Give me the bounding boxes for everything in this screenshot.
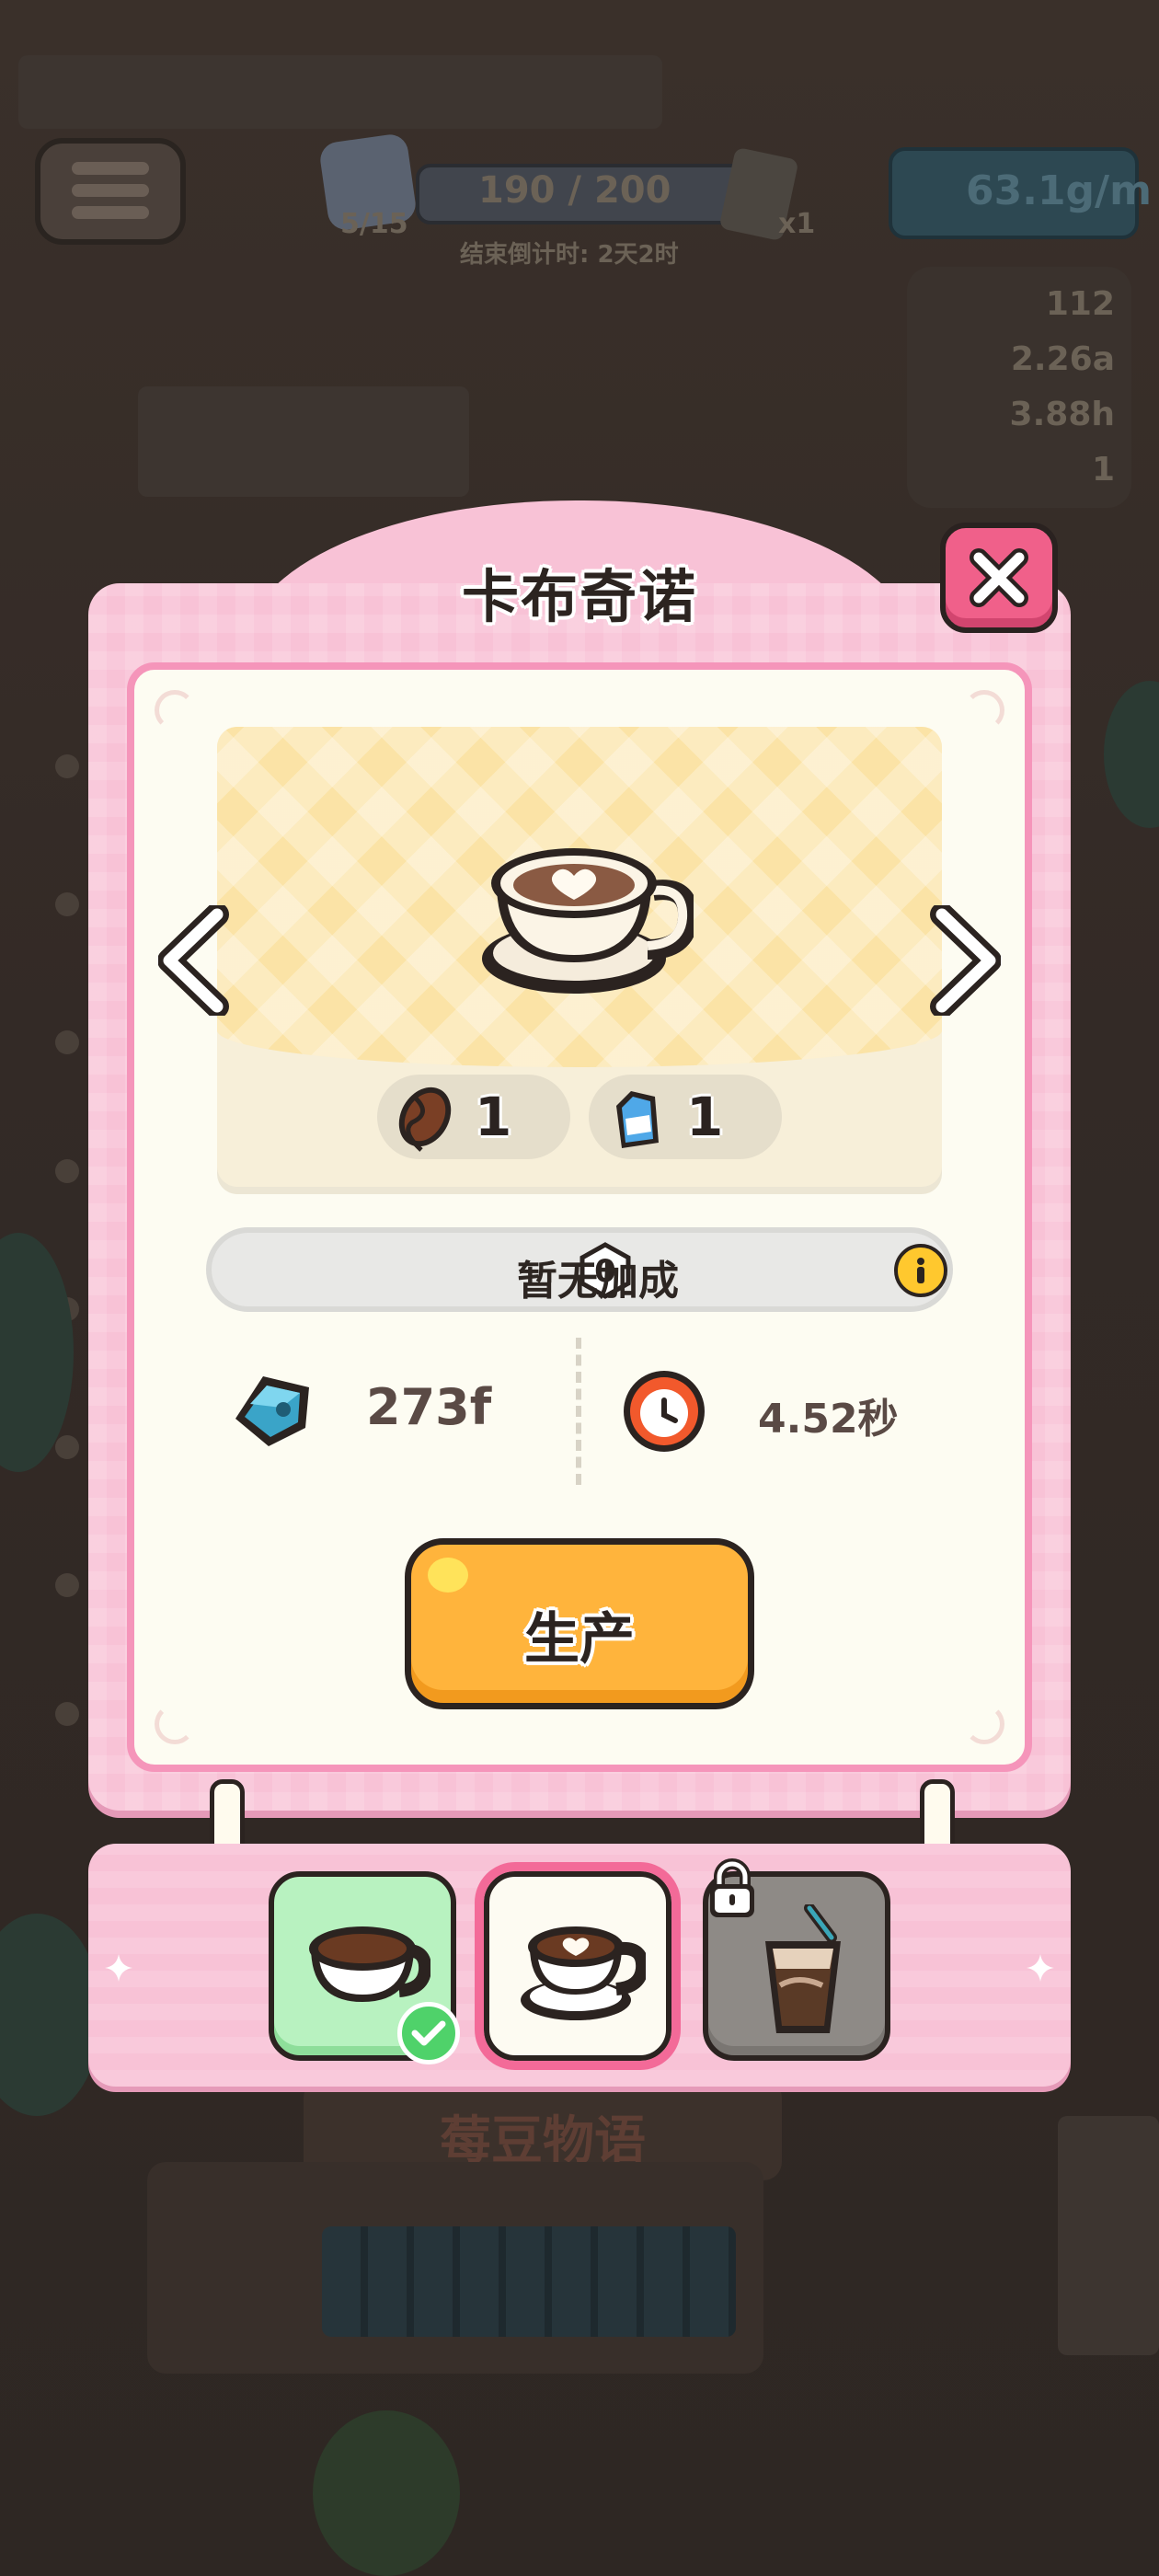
clock-icon <box>624 1371 705 1452</box>
stat-value: 2.26a <box>1010 340 1115 378</box>
sparkle-icon <box>105 1954 132 1982</box>
recipe-panel: 卡布奇诺 1 1 0 暂无加成 273f 4.52秒 生产 <box>88 500 1071 1811</box>
background-register <box>322 2226 736 2337</box>
ingredient-qty: 1 <box>686 1086 724 1148</box>
income-rate-box[interactable]: 63.1g/m <box>889 147 1152 239</box>
stat-value: 1 <box>1091 451 1115 489</box>
ingredient-qty: 1 <box>475 1086 512 1148</box>
blue-gem-icon <box>235 1376 309 1446</box>
background-dot <box>55 1435 79 1459</box>
cappuccino-cup-icon <box>482 848 694 994</box>
bonus-label: 暂无加成 <box>517 1258 679 1305</box>
button-shine <box>428 1558 468 1593</box>
coffee-bean-icon <box>398 1087 452 1152</box>
ingredient-coffee-bean: 1 <box>377 1075 570 1159</box>
corner-ornament <box>155 690 195 730</box>
info-button[interactable] <box>894 1244 947 1297</box>
next-arrow-icon[interactable] <box>927 905 1001 1016</box>
page-title: 卡布奇诺 <box>461 563 697 630</box>
background-shelf <box>1058 2116 1159 2355</box>
close-icon <box>970 548 1028 607</box>
completed-badge <box>397 2002 460 2064</box>
menu-bar <box>72 206 149 219</box>
ticket-count: x1 <box>778 208 816 240</box>
previous-arrow-icon[interactable] <box>158 905 232 1016</box>
check-icon <box>411 2020 446 2046</box>
ingredient-milk: 1 <box>589 1075 782 1159</box>
stat-value: 112 <box>1045 285 1115 323</box>
level-count: 5/15 <box>340 208 408 240</box>
menu-bar <box>72 184 149 197</box>
background-shelf <box>138 386 469 497</box>
sparkle-icon <box>1027 1954 1054 1982</box>
background-dot <box>55 754 79 778</box>
cappuccino-cup-icon <box>521 1926 646 2020</box>
resource-stats-panel: 112 2.26a 3.88h 1 <box>907 267 1131 508</box>
bonus-bar: 0 暂无加成 <box>206 1227 953 1312</box>
lock-icon <box>710 1858 754 1917</box>
menu-bar <box>72 162 149 175</box>
crown-progress-text: 190 / 200 <box>478 169 671 212</box>
background-shelf <box>18 55 662 129</box>
background-plant <box>313 2410 460 2576</box>
produce-button-label: 生产 <box>524 1607 635 1672</box>
stat-value: 3.88h <box>1009 396 1115 433</box>
stats-divider <box>576 1338 581 1485</box>
close-button[interactable] <box>940 523 1058 633</box>
background-dot <box>55 1573 79 1597</box>
income-rate-text: 63.1g/m <box>966 167 1152 214</box>
selector-item-cappuccino[interactable] <box>475 1862 681 2070</box>
event-timer-text: 结束倒计时: 2天2时 <box>460 241 679 269</box>
background-dot <box>55 892 79 916</box>
produce-button[interactable]: 生产 <box>405 1538 754 1709</box>
background-dot <box>55 1030 79 1054</box>
product-display: 1 1 <box>217 727 942 1187</box>
corner-ornament <box>964 1704 1004 1744</box>
production-value: 273f <box>366 1378 492 1436</box>
selector-item-coffee[interactable] <box>269 1871 460 2064</box>
background-dot <box>55 1159 79 1183</box>
menu-button[interactable] <box>35 138 186 245</box>
corner-ornament <box>155 1704 195 1744</box>
selector-item-iced-coffee[interactable] <box>703 1858 890 2061</box>
corner-ornament <box>964 690 1004 730</box>
info-icon <box>917 1258 924 1283</box>
iced-coffee-icon <box>765 1904 841 2033</box>
milk-carton-icon <box>616 1091 659 1148</box>
background-dot <box>55 1702 79 1726</box>
production-time: 4.52秒 <box>758 1396 899 1443</box>
